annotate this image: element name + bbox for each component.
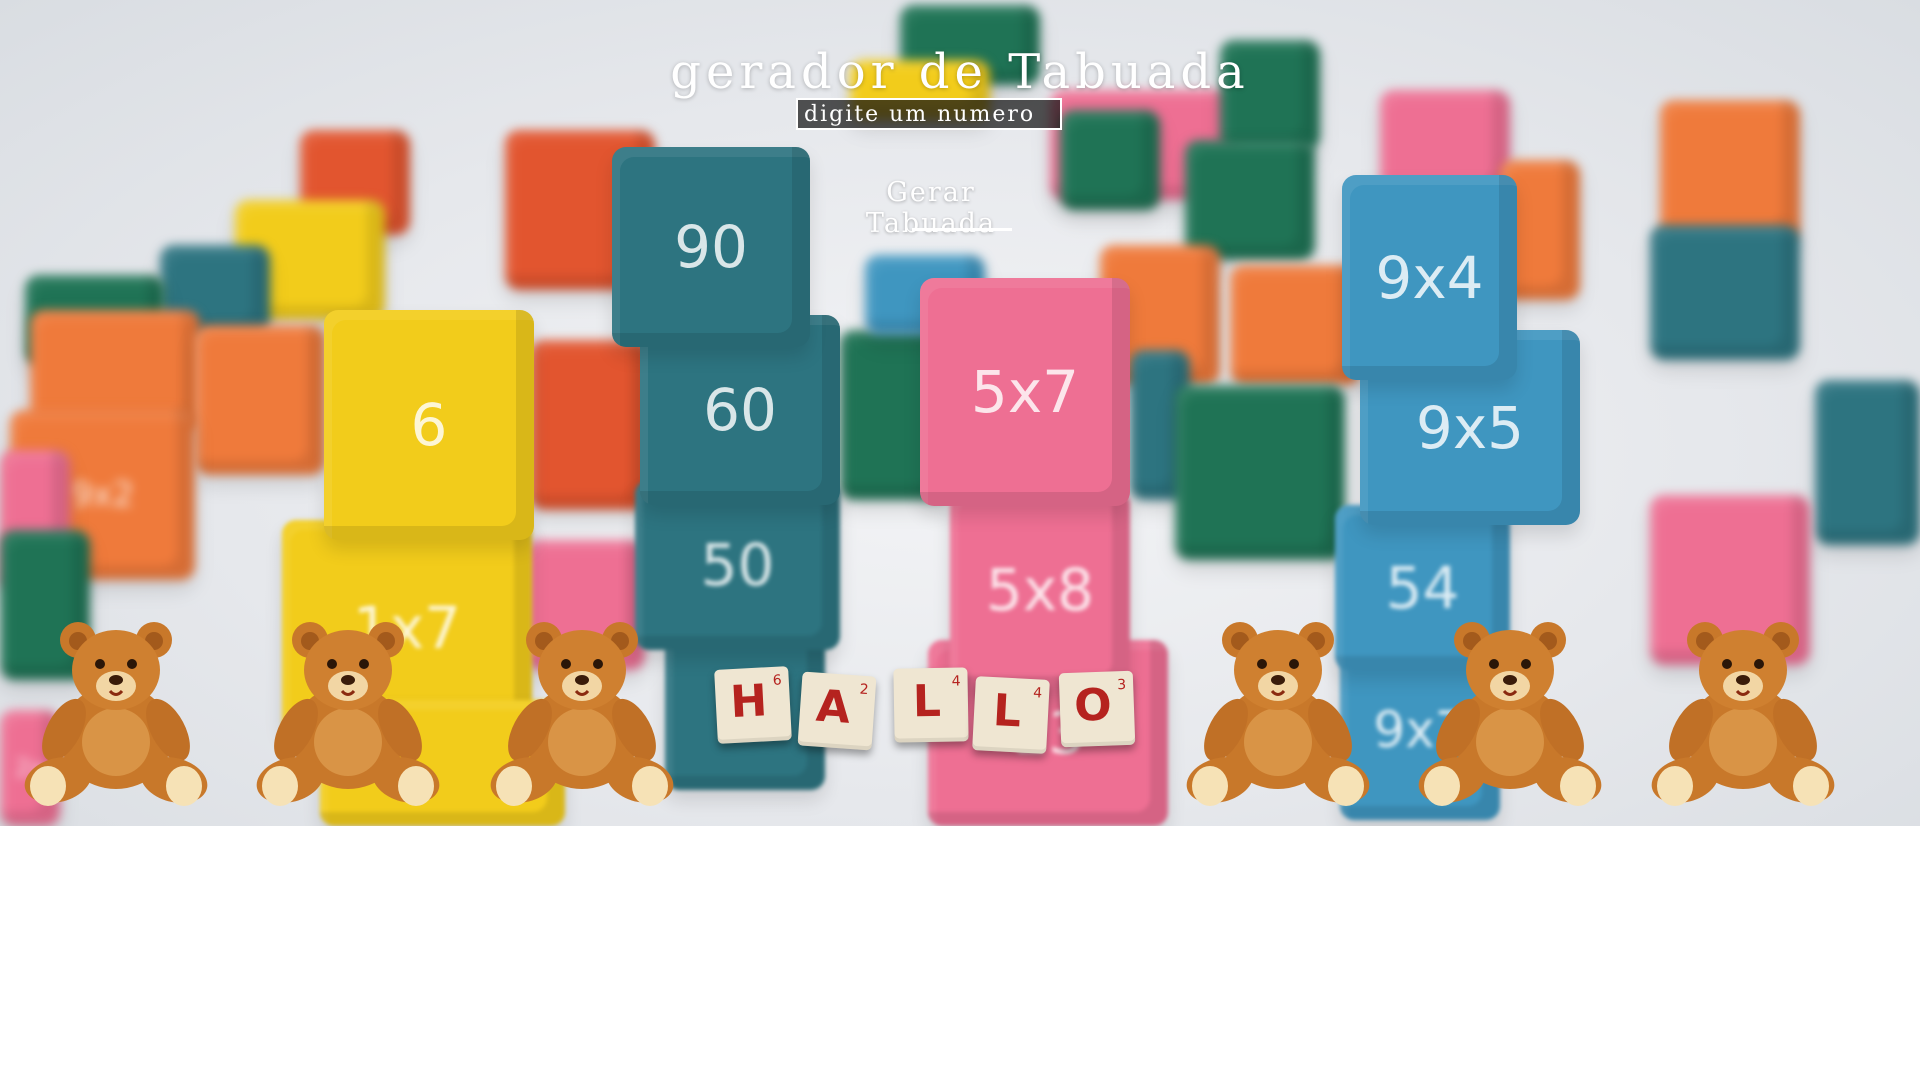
tile-letter: L xyxy=(991,685,1023,738)
bg-cube xyxy=(1815,380,1920,545)
cube-label: 5x7 xyxy=(970,358,1080,426)
tile-letter: A xyxy=(814,680,853,734)
cube-label: 60 xyxy=(703,376,777,444)
bg-cube xyxy=(1060,110,1160,210)
cube-label: 9x2 xyxy=(70,475,135,515)
cube: 90 xyxy=(612,147,810,347)
cube: 5x8 xyxy=(950,490,1130,690)
cube: 9x4 xyxy=(1342,175,1517,380)
generate-table-button[interactable]: Gerar Tabuada xyxy=(816,177,1046,239)
teddy-bear-icon xyxy=(482,612,682,812)
cube: 5x7 xyxy=(920,278,1130,506)
tile-score: 4 xyxy=(951,673,961,690)
tile-score: 4 xyxy=(1032,685,1043,702)
tile-score: 6 xyxy=(772,672,783,689)
cube-label: 9x4 xyxy=(1375,243,1484,312)
button-underline xyxy=(912,228,1012,231)
bg-cube xyxy=(530,340,650,510)
bg-cube xyxy=(195,325,325,475)
bg-cube xyxy=(1650,225,1800,360)
tile-letter: L xyxy=(912,675,942,728)
tile: O 3 xyxy=(1058,670,1136,748)
cube-label: 90 xyxy=(674,213,748,281)
teddy-bear-icon xyxy=(1643,612,1843,812)
bg-cube xyxy=(1230,265,1360,385)
tile: H 6 xyxy=(714,666,792,744)
tile: L 4 xyxy=(972,676,1050,754)
hallo-tiles: H 6 A 2 L 4 L 4 O 3 xyxy=(714,666,1136,758)
cube-label: 50 xyxy=(700,531,775,599)
bg-cube xyxy=(1175,385,1345,560)
cube-label: 6 xyxy=(410,391,448,459)
tile-score: 2 xyxy=(859,681,870,699)
page-title: gerador de Tabuada xyxy=(670,44,1250,101)
bg-cube xyxy=(1185,140,1315,260)
tile: A 2 xyxy=(797,671,877,751)
tile-score: 3 xyxy=(1116,676,1127,694)
teddy-bear-icon xyxy=(1410,612,1610,812)
tile: L 4 xyxy=(893,667,969,743)
number-input[interactable] xyxy=(796,98,1062,130)
cube-label: 5x8 xyxy=(985,556,1095,624)
teddy-bear-icon xyxy=(16,612,216,812)
teddy-bear-icon xyxy=(1178,612,1378,812)
cube-label: 9x5 xyxy=(1415,393,1525,462)
teddy-bear-icon xyxy=(248,612,448,812)
cube: 6 xyxy=(324,310,534,540)
bg-cube xyxy=(1660,100,1800,240)
